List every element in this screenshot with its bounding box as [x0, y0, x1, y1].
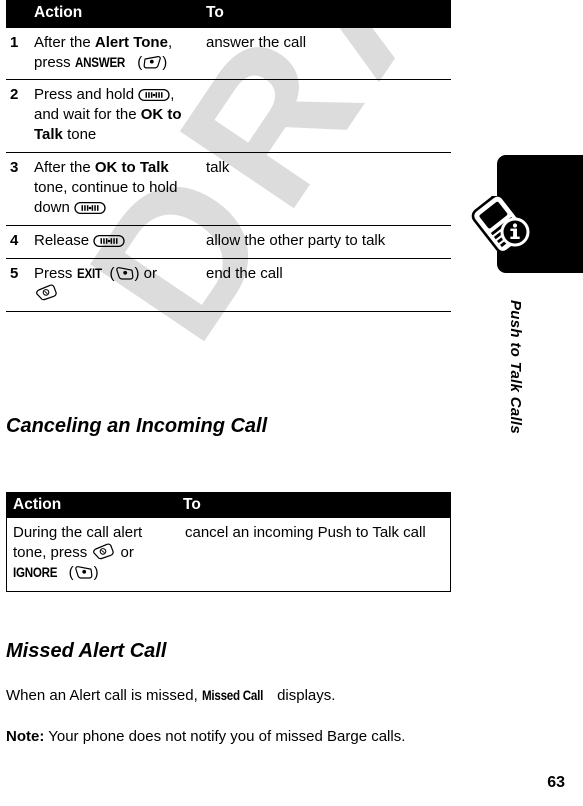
- table-row: 2 Press and hold , and wait for the OK t…: [6, 79, 451, 154]
- action-text-part: After the: [34, 159, 95, 177]
- table-header-row: Action To: [7, 493, 450, 518]
- header-cell-number: [6, 0, 34, 28]
- table-header-row: Action To: [6, 0, 451, 28]
- step-action: After the Alert Tone, press ANSWER (): [34, 27, 204, 81]
- step-result: talk: [204, 152, 451, 227]
- action-text-part: Release: [34, 232, 94, 250]
- header-cell-to: To: [183, 493, 450, 518]
- action-text-part: or: [116, 543, 134, 561]
- action-text-part: Press: [34, 265, 77, 283]
- step-result: cancel an incoming Push to Talk call: [185, 524, 426, 541]
- action-bold-term: Alert Tone: [94, 33, 168, 51]
- step-action: Press and hold , and wait for the OK to …: [34, 79, 204, 154]
- step-number: 2: [6, 79, 34, 154]
- step-action: After the OK to Talk tone, continue to h…: [34, 152, 204, 227]
- softkey-label: ANSWER: [74, 54, 125, 70]
- table-row: 1 After the Alert Tone, press ANSWER () …: [6, 27, 451, 81]
- table-row: During the call alert tone, press or IGN…: [7, 518, 450, 591]
- ptt-key-icon: [138, 88, 170, 102]
- step-number: 5: [6, 258, 34, 312]
- step-action: During the call alert tone, press or IGN…: [13, 524, 143, 581]
- action-text-part: tone: [62, 126, 97, 144]
- table-row: 3 After the OK to Talk tone, continue to…: [6, 152, 451, 227]
- header-cell-action: Action: [34, 0, 204, 28]
- left-softkey-icon: [142, 55, 162, 70]
- header-cell-action: Action: [7, 493, 183, 518]
- right-softkey-icon: [74, 565, 94, 580]
- display-message-label: Missed Call: [201, 688, 263, 703]
- step-number: 1: [6, 27, 34, 81]
- step-result: end the call: [204, 258, 451, 312]
- section-heading-missed-alert: Missed Alert Call: [6, 640, 167, 662]
- paragraph-note: Note: Your phone does not notify you of …: [6, 727, 446, 747]
- ptt-key-icon: [74, 201, 106, 215]
- ptt-key-icon: [93, 234, 125, 248]
- action-text-part: Press and hold: [34, 86, 139, 104]
- section-heading-canceling: Canceling an Incoming Call: [6, 415, 268, 437]
- header-cell-to: To: [204, 0, 451, 28]
- chapter-tab-label: Push to Talk Calls: [507, 300, 524, 435]
- step-number: 3: [6, 152, 34, 227]
- step-action: Release: [34, 225, 204, 260]
- end-call-key-icon: [91, 543, 116, 562]
- procedure-table-cancel-call: Action To During the call alert tone, pr…: [6, 492, 451, 592]
- step-action: Press EXIT () or: [34, 258, 204, 312]
- action-text-part: After the: [34, 33, 95, 51]
- step-number: 4: [6, 225, 34, 260]
- paragraph-missed-call: When an Alert call is missed, Missed Cal…: [6, 686, 446, 706]
- action-bold-term: OK to Talk: [94, 159, 169, 177]
- end-call-key-icon: [34, 284, 59, 303]
- action-text-part: or: [139, 265, 158, 283]
- right-softkey-icon: [115, 266, 135, 281]
- table-row: 5 Press EXIT () or end the call: [6, 258, 451, 312]
- step-result: [204, 79, 451, 154]
- note-text: Your phone does not notify you of missed…: [44, 728, 406, 745]
- softkey-label: EXIT: [76, 266, 102, 282]
- softkey-label: IGNORE: [13, 564, 58, 580]
- paragraph-text-part: displays.: [272, 687, 336, 704]
- page-number: 63: [547, 774, 565, 791]
- step-result: answer the call: [204, 27, 451, 81]
- table-row: 4 Release allow the other party to talk: [6, 225, 451, 260]
- step-result: allow the other party to talk: [204, 225, 451, 260]
- paragraph-text-part: When an Alert call is missed,: [6, 687, 202, 704]
- procedure-table-answer-call: Action To 1 After the Alert Tone, press …: [6, 0, 451, 312]
- note-label: Note:: [6, 728, 45, 745]
- phone-info-icon: [470, 184, 534, 256]
- chapter-tab-sidebar: Push to Talk Calls: [460, 0, 583, 806]
